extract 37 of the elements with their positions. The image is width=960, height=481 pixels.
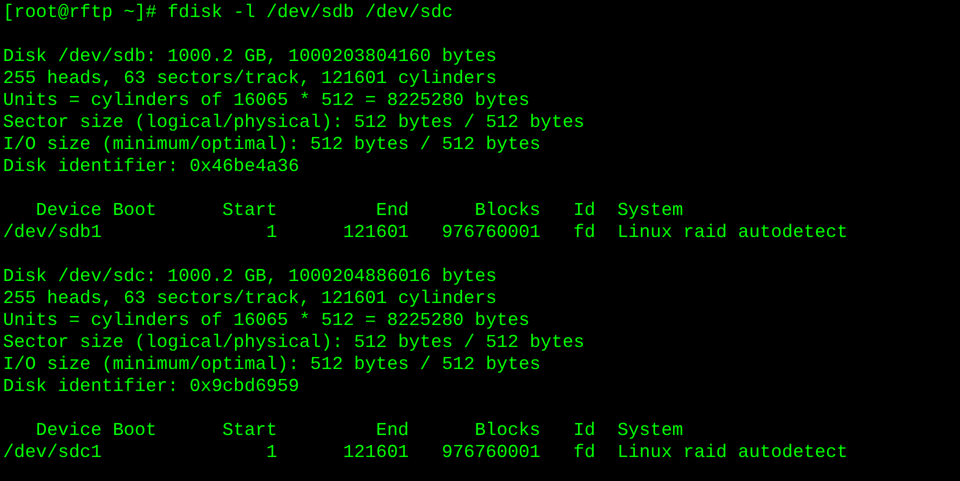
disk-info-line: Disk identifier: 0x9cbd6959 bbox=[3, 376, 300, 398]
table-cell-text: /dev/sdb1 bbox=[3, 222, 103, 244]
table-cell-text: /dev/sdc1 bbox=[3, 442, 103, 464]
table-cell-text: 121601 bbox=[342, 442, 409, 464]
column-header: Device Boot bbox=[34, 420, 157, 442]
disk-info-line: Sector size (logical/physical): 512 bytes / 512 bytes bbox=[3, 112, 586, 134]
disk-info-line: Units = cylinders of 16065 * 512 = 8225280 bytes bbox=[3, 310, 531, 332]
table-cell-text: 976760001 bbox=[440, 222, 541, 244]
column-header: Start bbox=[221, 200, 278, 222]
disk-info-line: Disk /dev/sdb: 1000.2 GB, 1000203804160 bytes bbox=[3, 46, 498, 68]
disk-info-line: Sector size (logical/physical): 512 bytes / 512 bytes bbox=[3, 332, 586, 354]
table-cell-text: 976760001 bbox=[440, 442, 541, 464]
table-cell-text: Linux raid autodetect bbox=[616, 442, 849, 464]
column-header: Id bbox=[572, 420, 596, 442]
disk-info-line: 255 heads, 63 sectors/track, 121601 cylinders bbox=[3, 68, 498, 90]
column-header: Device Boot bbox=[34, 200, 157, 222]
column-header: End bbox=[374, 200, 409, 222]
table-cell-text: fd bbox=[572, 222, 596, 244]
column-header: Blocks bbox=[474, 200, 541, 222]
table-cell-text: Linux raid autodetect bbox=[616, 222, 849, 244]
command-line: [root@rftp ~]# fdisk -l /dev/sdb /dev/sdc bbox=[3, 2, 454, 24]
disk-info-line: Disk identifier: 0x46be4a36 bbox=[3, 156, 300, 178]
disk-info-line: Units = cylinders of 16065 * 512 = 8225280 bytes bbox=[3, 90, 531, 112]
column-header: System bbox=[616, 200, 684, 222]
table-cell-text: 121601 bbox=[342, 222, 409, 244]
disk-info-line: I/O size (minimum/optimal): 512 bytes / 512 bytes bbox=[3, 354, 542, 376]
table-cell-text: 1 bbox=[265, 222, 278, 244]
column-header: End bbox=[374, 420, 409, 442]
column-header: System bbox=[616, 420, 684, 442]
table-cell-text: fd bbox=[572, 442, 596, 464]
column-header: Blocks bbox=[474, 420, 541, 442]
table-cell-text: 1 bbox=[265, 442, 278, 464]
disk-info-line: I/O size (minimum/optimal): 512 bytes / 512 bytes bbox=[3, 134, 542, 156]
column-header: Id bbox=[572, 200, 596, 222]
disk-info-line: 255 heads, 63 sectors/track, 121601 cylinders bbox=[3, 288, 498, 310]
column-header: Start bbox=[221, 420, 278, 442]
disk-info-line: Disk /dev/sdc: 1000.2 GB, 1000204886016 bytes bbox=[3, 266, 498, 288]
